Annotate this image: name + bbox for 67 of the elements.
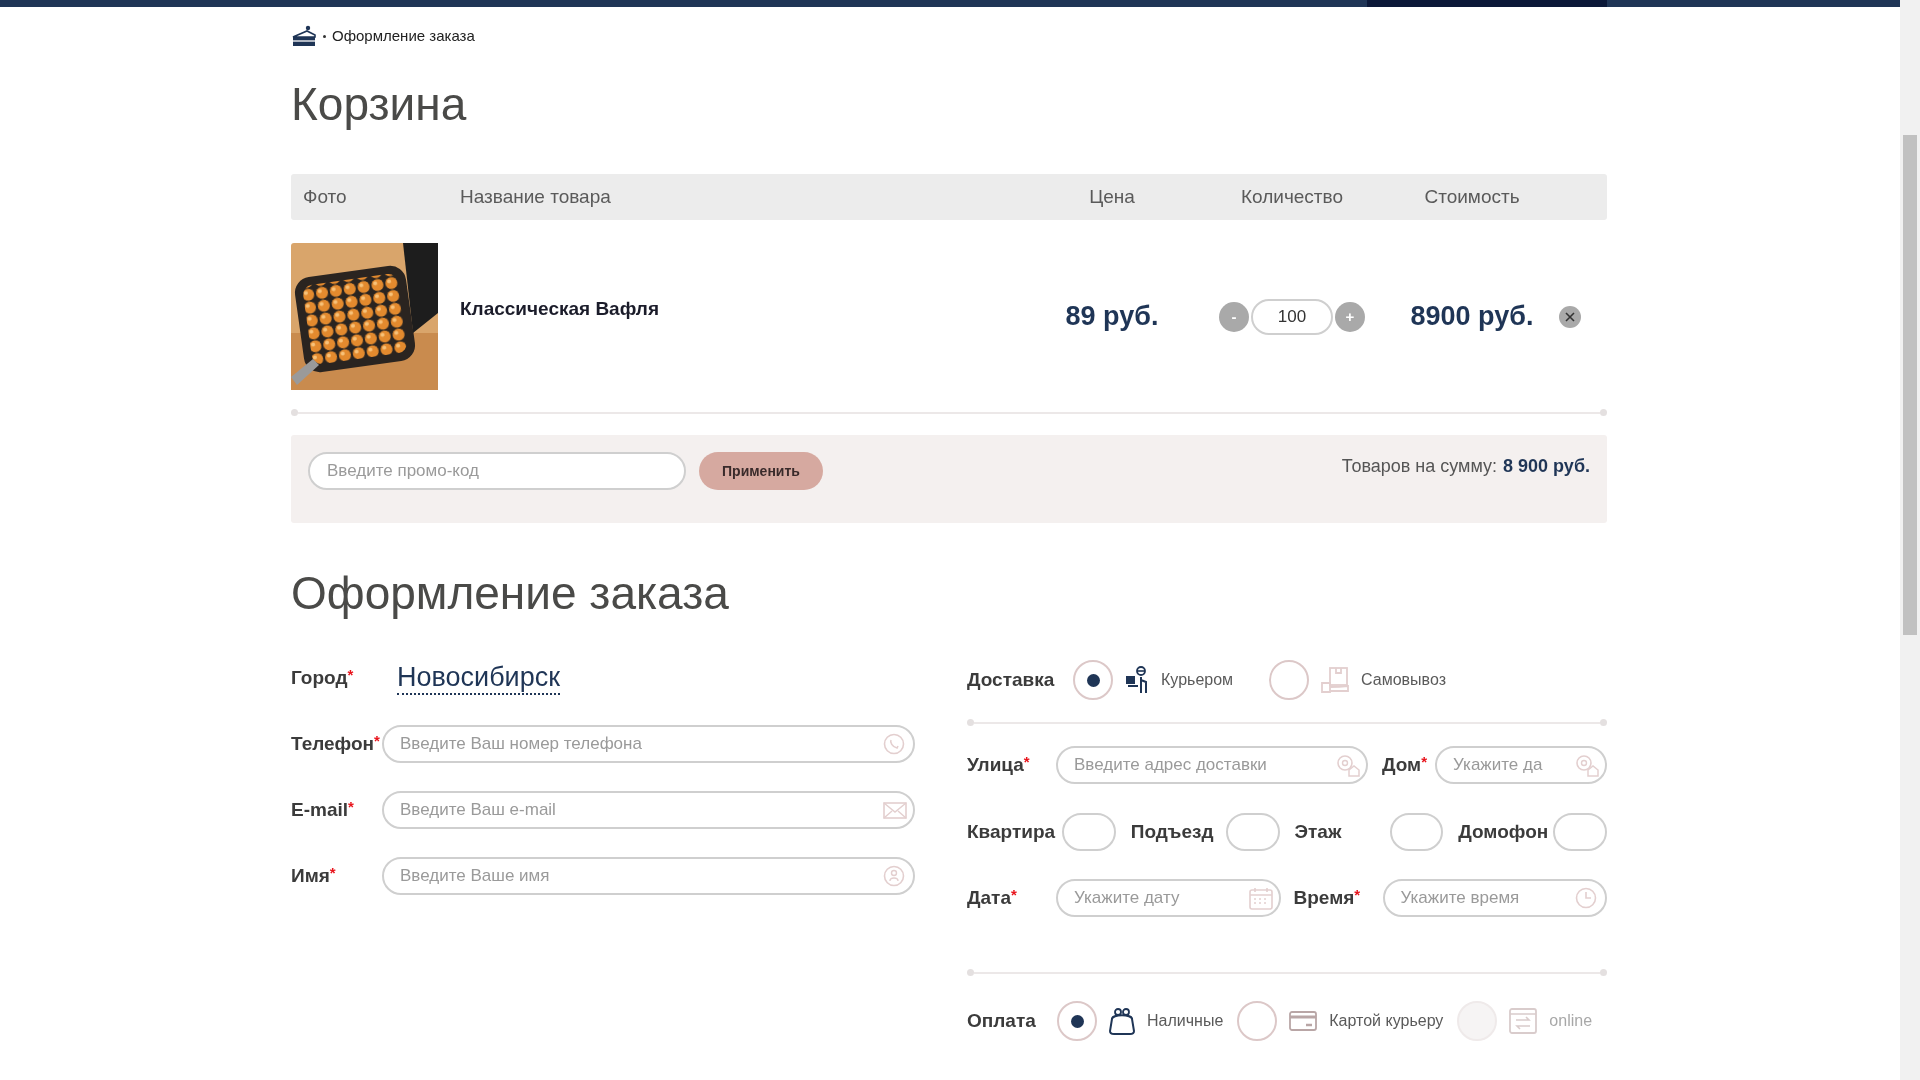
breadcrumb-separator [323,34,326,38]
summary-amount: 8 900 руб. [1503,455,1590,478]
field-label: Дом* [1382,751,1428,777]
field-label: Домофон [1458,819,1548,844]
courier-icon [1125,666,1149,694]
field-label: Этаж [1294,819,1343,844]
input-field[interactable] [1389,813,1444,851]
page-title: Корзина [291,77,468,132]
city-link[interactable]: Новосибирск [397,661,561,695]
column-header: Фото [302,184,348,209]
section-title: Оформление заказа [291,566,730,621]
option-label[interactable]: Курьером [1161,668,1234,692]
location-icon [1336,753,1360,777]
close-icon [1565,311,1575,322]
scrollbar[interactable] [1900,0,1920,1080]
field-label: Время* [1293,884,1362,910]
column-header: Название товара [460,184,612,209]
radio-button[interactable] [1057,1001,1097,1041]
scrollbar-thumb[interactable] [1903,135,1917,635]
input-field[interactable] [1225,813,1280,851]
phone-icon [883,732,907,756]
field-label: Улица* [967,751,1031,777]
cake-icon [291,25,317,47]
summary-label: Товаров на сумму: [1341,455,1498,478]
input-field[interactable]: Введите Ваш номер телефона [382,725,915,763]
field-label: Телефон* [291,730,381,756]
option-label[interactable]: Самовывоз [1361,668,1446,692]
column-header: Цена [1089,184,1135,209]
breadcrumb-current[interactable]: Оформление заказа [332,24,475,48]
quantity-field[interactable]: 100 [1251,298,1333,335]
location-icon [1575,753,1599,777]
input-field[interactable]: Введите Ваш e-mail [382,791,915,829]
radio-button[interactable] [1269,660,1310,700]
field-label: Дата* [967,884,1018,910]
field-label: E-mail* [291,796,355,822]
option-label[interactable]: Картой курьеру [1329,1009,1444,1033]
card-icon [1289,1011,1318,1031]
field-label: Город* [291,664,355,690]
field-label: Оплата [967,1008,1037,1033]
remove-button[interactable] [1559,305,1581,328]
person-icon [883,864,907,888]
promo-code-field[interactable]: Введите промо-код [308,452,686,490]
field-label: Подъезд [1130,819,1215,844]
product-total: 8900 руб. [1410,300,1534,334]
option-label[interactable]: Наличные [1147,1009,1224,1033]
browser-transfer-icon [1509,1008,1538,1034]
calendar-icon [1248,886,1273,910]
field-label: Доставка [967,667,1056,692]
input-field[interactable]: Укажите дату [1056,879,1281,917]
package-icon [1321,666,1350,694]
input-field[interactable] [1553,813,1607,851]
product-name[interactable]: Классическая Вафля [460,295,1037,324]
input-field[interactable]: Укажите да [1435,746,1607,784]
field-label: Имя* [291,862,337,888]
input-field[interactable]: Введите адрес доставки [1056,746,1368,784]
column-header: Количество [1240,184,1343,209]
input-field[interactable]: Введите Ваше имя [382,857,915,895]
purse-icon [1109,1007,1135,1035]
product-price: 89 руб. [1065,300,1159,334]
apply-button[interactable]: Применить [699,452,823,490]
input-field[interactable] [1062,813,1116,851]
column-header: Стоимость [1424,184,1520,209]
field-label: Квартира [967,819,1056,844]
radio-button[interactable] [1073,660,1113,700]
input-field[interactable]: Укажите время [1382,879,1607,917]
radio-button[interactable] [1237,1001,1278,1041]
clock-icon [1575,886,1599,910]
